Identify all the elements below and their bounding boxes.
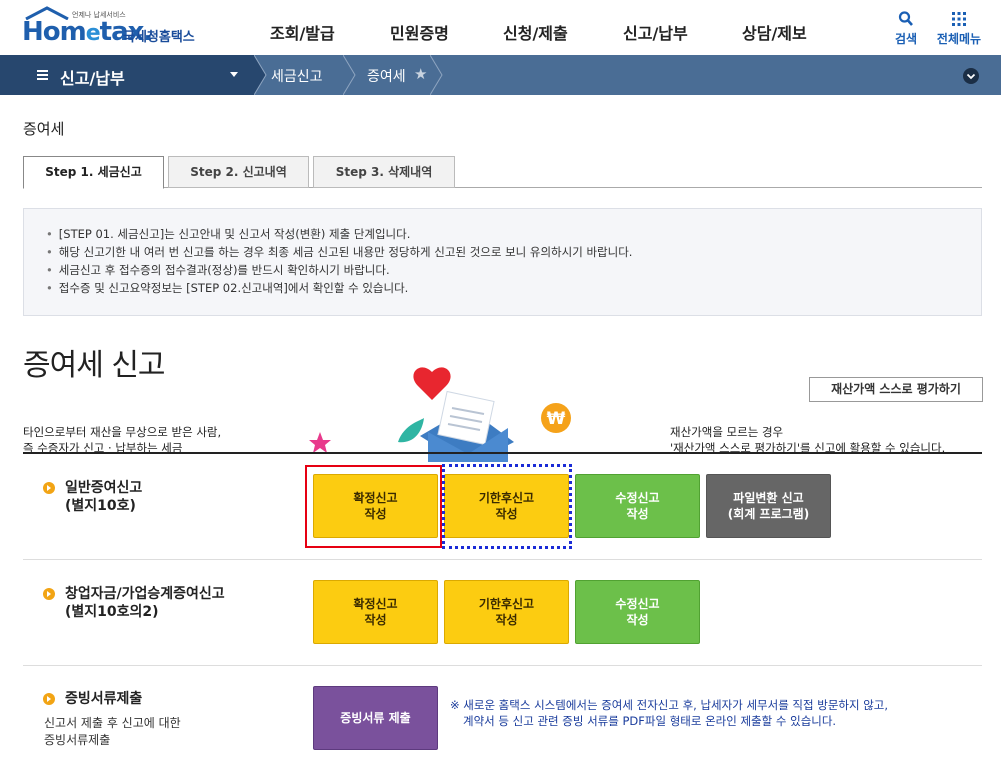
- description-line: 타인으로부터 재산을 무상으로 받은 사람,: [23, 425, 222, 439]
- gnb-report-payment[interactable]: 신고/납부: [623, 20, 688, 44]
- caret-down-icon: [230, 72, 238, 77]
- guide-info-box: [STEP 01. 세금신고]는 신고안내 및 신고서 작성(변환) 제출 단계…: [23, 208, 982, 316]
- step-tabs: Step 1. 세금신고 Step 2. 신고내역 Step 3. 삭제내역: [23, 156, 982, 189]
- description-line: 재산가액을 모르는 경우: [670, 425, 784, 439]
- gnb-inquiry[interactable]: 조회/발급: [270, 20, 335, 44]
- breadcrumb-separator-icon: [254, 55, 267, 95]
- info-item: 해당 신고기한 내 여러 번 신고를 하는 경우 최종 세금 신고된 내용만 정…: [46, 243, 633, 261]
- all-menu-label: 전체메뉴: [936, 32, 982, 46]
- search-label: 검색: [894, 32, 918, 46]
- evidence-submit-button[interactable]: 증빙서류 제출: [313, 686, 438, 750]
- general-gift-report-title: 일반증여신고 (별지10호): [44, 479, 142, 515]
- breadcrumb-separator-icon: [430, 55, 443, 95]
- info-item: 세금신고 후 접수증의 접수결과(정상)를 반드시 확인하시기 바랍니다.: [46, 261, 632, 279]
- general-amended-report-button[interactable]: 수정신고 작성: [575, 474, 700, 538]
- tab-step1-tax-report[interactable]: Step 1. 세금신고: [23, 156, 164, 189]
- hometax-logo[interactable]: 언제나 납세서비스 Hometax. 국세청홈택스: [22, 6, 212, 48]
- chevron-down-icon: [966, 73, 976, 80]
- gnb-certificate[interactable]: 민원증명: [390, 20, 449, 44]
- row-divider: [23, 559, 982, 560]
- breadcrumb-separator-icon: [343, 55, 356, 95]
- current-menu-label: 신고/납부: [60, 69, 125, 88]
- search-button[interactable]: 검색: [876, 10, 936, 47]
- row-title-line: 일반증여신고: [65, 480, 143, 496]
- startup-late-report-button[interactable]: 기한후신고 작성: [444, 580, 569, 644]
- evidence-submission-title: 증빙서류제출: [44, 690, 142, 708]
- self-evaluate-property-button[interactable]: 재산가액 스스로 평가하기: [809, 377, 983, 402]
- startup-final-report-button[interactable]: 확정신고 작성: [313, 580, 438, 644]
- info-item: [STEP 01. 세금신고]는 신고안내 및 신고서 작성(변환) 제출 단계…: [46, 225, 632, 243]
- all-menu-button[interactable]: 전체메뉴: [929, 10, 989, 47]
- row-title-line: 증빙서류제출: [65, 691, 143, 707]
- file-conversion-report-button[interactable]: 파일변환 신고 (회계 프로그램): [706, 474, 831, 538]
- evidence-submission-description: 신고서 제출 후 신고에 대한 증빙서류제출: [44, 715, 181, 749]
- logo-nts-text: 국세청홈택스: [123, 30, 195, 45]
- section-title: 증여세 신고: [23, 348, 166, 383]
- notice-line: 계약서 등 신고 관련 증빙 서류를 PDF파일 형태로 온라인 제출할 수 있…: [463, 714, 837, 728]
- page-title: 증여세: [23, 120, 65, 138]
- row-title-line: (별지10호): [65, 498, 136, 514]
- breadcrumb-tax-report[interactable]: 세금신고: [271, 66, 323, 86]
- breadcrumb-gift-tax[interactable]: 증여세: [367, 66, 406, 86]
- tab-step3-deleted-history[interactable]: Step 3. 삭제내역: [313, 156, 455, 188]
- gnb-application[interactable]: 신청/제출: [503, 20, 568, 44]
- gnb-consultation[interactable]: 상담/제보: [742, 20, 807, 44]
- current-menu-dropdown[interactable]: 신고/납부: [0, 55, 254, 95]
- gift-envelope-illustration: ₩: [309, 367, 571, 462]
- row-title-line: (별지10호의2): [65, 604, 159, 620]
- info-item: 접수증 및 신고요약정보는 [STEP 02.신고내역]에서 확인할 수 있습니…: [46, 279, 632, 297]
- search-icon: [898, 11, 913, 26]
- evidence-notice: ※ 새로운 홈택스 시스템에서는 증여세 전자신고 후, 납세자가 세무서를 직…: [450, 697, 888, 729]
- description-line: 신고서 제출 후 신고에 대한: [44, 716, 181, 730]
- highlight-box-red: [305, 465, 442, 548]
- svg-text:₩: ₩: [547, 409, 566, 429]
- hamburger-icon: [37, 70, 48, 80]
- notice-line: ※ 새로운 홈택스 시스템에서는 증여세 전자신고 후, 납세자가 세무서를 직…: [450, 698, 889, 712]
- description-line: 증빙서류제출: [44, 733, 111, 747]
- top-header: 언제나 납세서비스 Hometax. 국세청홈택스 조회/발급 민원증명 신청/…: [0, 0, 1001, 55]
- startup-amended-report-button[interactable]: 수정신고 작성: [575, 580, 700, 644]
- row-title-line: 창업자금/가업승계증여신고: [65, 586, 225, 602]
- row-divider: [23, 665, 982, 666]
- grid-menu-icon: [952, 12, 966, 26]
- highlight-box-blue: [442, 464, 572, 549]
- startup-succession-gift-report-title: 창업자금/가업승계증여신고 (별지10호의2): [44, 585, 225, 621]
- expand-toggle-button[interactable]: [963, 68, 979, 84]
- location-bar: 신고/납부 세금신고 증여세 ★: [0, 55, 1001, 95]
- section-divider: [23, 452, 982, 454]
- tab-step2-report-history[interactable]: Step 2. 신고내역: [168, 156, 309, 188]
- favorite-star-icon[interactable]: ★: [414, 65, 427, 83]
